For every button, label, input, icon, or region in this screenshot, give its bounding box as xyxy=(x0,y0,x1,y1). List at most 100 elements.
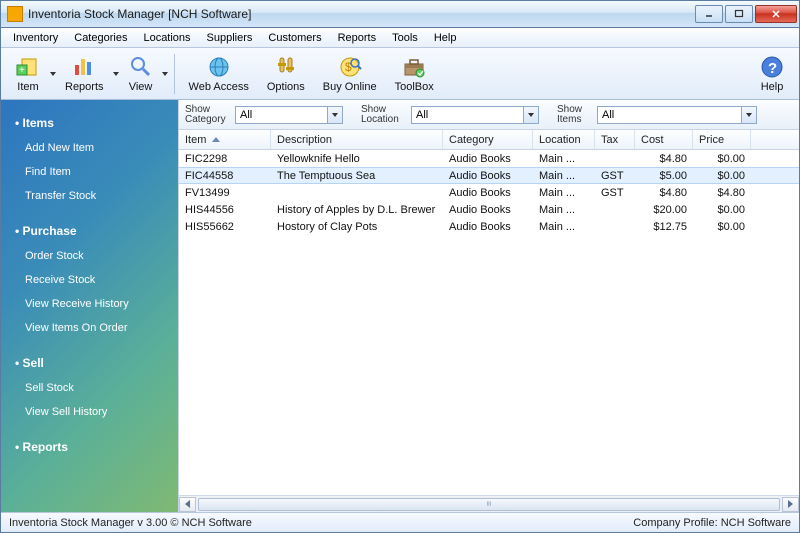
options-icon xyxy=(274,55,298,79)
menu-categories[interactable]: Categories xyxy=(66,30,135,46)
help-icon: ? xyxy=(760,55,784,79)
table-cell: Main ... xyxy=(533,203,595,217)
sidebar-item-transfer-stock[interactable]: Transfer Stock xyxy=(1,184,178,208)
toolbar-view-dropdown[interactable] xyxy=(162,51,169,97)
toolbar-view-button[interactable]: View xyxy=(120,51,162,97)
table-cell: GST xyxy=(595,169,635,183)
table-cell: $5.00 xyxy=(635,169,693,183)
sidebar-item-view-sell-history[interactable]: View Sell History xyxy=(1,400,178,424)
table-cell: Audio Books xyxy=(443,152,533,166)
sidebar-item-find-item[interactable]: Find Item xyxy=(1,160,178,184)
toolbar-web-access-button[interactable]: Web Access xyxy=(180,51,258,97)
menu-locations[interactable]: Locations xyxy=(135,30,198,46)
col-price[interactable]: Price xyxy=(693,130,751,149)
menu-customers[interactable]: Customers xyxy=(260,30,329,46)
table-cell: HIS55662 xyxy=(179,220,271,234)
table-cell: GST xyxy=(595,186,635,200)
status-left: Inventoria Stock Manager v 3.00 © NCH So… xyxy=(9,517,252,529)
scroll-left-button[interactable] xyxy=(179,497,196,512)
sidebar-item-order-stock[interactable]: Order Stock xyxy=(1,244,178,268)
table-body: FIC2298Yellowknife HelloAudio BooksMain … xyxy=(179,150,799,495)
status-right: Company Profile: NCH Software xyxy=(633,517,791,529)
menu-tools[interactable]: Tools xyxy=(384,30,426,46)
table-cell: History of Apples by D.L. Brewer xyxy=(271,203,443,217)
sidebar-item-receive-stock[interactable]: Receive Stock xyxy=(1,268,178,292)
minimize-button[interactable] xyxy=(695,5,723,23)
buy-icon: $ xyxy=(338,55,362,79)
table-cell: $0.00 xyxy=(693,220,751,234)
scroll-thumb[interactable] xyxy=(198,498,780,511)
table-cell: $0.00 xyxy=(693,203,751,217)
sidebar-item-sell-stock[interactable]: Sell Stock xyxy=(1,376,178,400)
col-location[interactable]: Location xyxy=(533,130,595,149)
horizontal-scrollbar[interactable] xyxy=(179,495,799,512)
toolbar-toolbox-button[interactable]: ToolBox xyxy=(386,51,443,97)
table-row[interactable]: HIS55662Hostory of Clay PotsAudio BooksM… xyxy=(179,218,799,235)
sidebar-group-items[interactable]: Items xyxy=(1,110,178,136)
table-row[interactable]: FIC44558The Temptuous SeaAudio BooksMain… xyxy=(179,167,799,184)
sidebar-group-purchase[interactable]: Purchase xyxy=(1,218,178,244)
filter-items-value: All xyxy=(598,109,618,121)
table-row[interactable]: FIC2298Yellowknife HelloAudio BooksMain … xyxy=(179,150,799,167)
sidebar-group-sell[interactable]: Sell xyxy=(1,350,178,376)
filter-category-select[interactable]: All xyxy=(235,106,343,124)
sidebar-group-reports[interactable]: Reports xyxy=(1,434,178,460)
menu-help[interactable]: Help xyxy=(426,30,465,46)
col-item[interactable]: Item xyxy=(179,130,271,149)
maximize-button[interactable] xyxy=(725,5,753,23)
titlebar[interactable]: Inventoria Stock Manager [NCH Software] xyxy=(0,0,800,28)
filter-category-value: All xyxy=(236,109,256,121)
sidebar-item-view-items-on-order[interactable]: View Items On Order xyxy=(1,316,178,340)
sidebar-item-add-new-item[interactable]: Add New Item xyxy=(1,136,178,160)
table-row[interactable]: FV13499Audio BooksMain ...GST$4.80$4.80 xyxy=(179,184,799,201)
toolbar-help-button[interactable]: ? Help xyxy=(751,51,793,97)
col-category[interactable]: Category xyxy=(443,130,533,149)
table-cell: Main ... xyxy=(533,152,595,166)
close-button[interactable] xyxy=(755,5,797,23)
sidebar-item-view-receive-history[interactable]: View Receive History xyxy=(1,292,178,316)
sidebar: Items Add New Item Find Item Transfer St… xyxy=(1,100,178,512)
menu-inventory[interactable]: Inventory xyxy=(5,30,66,46)
table-cell xyxy=(595,209,635,211)
filter-location-select[interactable]: All xyxy=(411,106,539,124)
globe-icon xyxy=(207,55,231,79)
table-cell: FIC2298 xyxy=(179,152,271,166)
scroll-right-button[interactable] xyxy=(782,497,799,512)
status-bar: Inventoria Stock Manager v 3.00 © NCH So… xyxy=(1,512,799,532)
toolbar-reports-button[interactable]: Reports xyxy=(56,51,113,97)
chevron-down-icon xyxy=(327,107,342,123)
toolbar-help-label: Help xyxy=(761,81,784,93)
table-cell: FIC44558 xyxy=(179,169,271,183)
table-row[interactable]: HIS44556History of Apples by D.L. Brewer… xyxy=(179,201,799,218)
table-cell: $0.00 xyxy=(693,169,751,183)
main-panel: Show Category All Show Location All Show… xyxy=(178,100,799,512)
toolbar-view-label: View xyxy=(129,81,153,93)
col-cost[interactable]: Cost xyxy=(635,130,693,149)
toolbar-item-dropdown[interactable] xyxy=(49,51,56,97)
table-cell: Main ... xyxy=(533,169,595,183)
toolbar-options-label: Options xyxy=(267,81,305,93)
filter-items-select[interactable]: All xyxy=(597,106,757,124)
col-description[interactable]: Description xyxy=(271,130,443,149)
toolbar-options-button[interactable]: Options xyxy=(258,51,314,97)
scroll-track[interactable] xyxy=(196,497,782,512)
toolbar-reports-label: Reports xyxy=(65,81,104,93)
menu-reports[interactable]: Reports xyxy=(330,30,385,46)
menu-suppliers[interactable]: Suppliers xyxy=(199,30,261,46)
toolbox-icon xyxy=(402,55,426,79)
toolbar-reports-dropdown[interactable] xyxy=(113,51,120,97)
toolbar-web-access-label: Web Access xyxy=(189,81,249,93)
table-cell xyxy=(595,226,635,228)
svg-text:+: + xyxy=(19,65,25,76)
toolbar-item-button[interactable]: + Item xyxy=(7,51,49,97)
toolbar-buy-online-button[interactable]: $ Buy Online xyxy=(314,51,386,97)
add-item-icon: + xyxy=(16,55,40,79)
table-cell: Yellowknife Hello xyxy=(271,152,443,166)
table-cell: $12.75 xyxy=(635,220,693,234)
col-tax[interactable]: Tax xyxy=(595,130,635,149)
table-cell: $4.80 xyxy=(635,186,693,200)
table-cell: Audio Books xyxy=(443,169,533,183)
table-cell: $4.80 xyxy=(635,152,693,166)
table-cell: Main ... xyxy=(533,220,595,234)
table-cell: HIS44556 xyxy=(179,203,271,217)
